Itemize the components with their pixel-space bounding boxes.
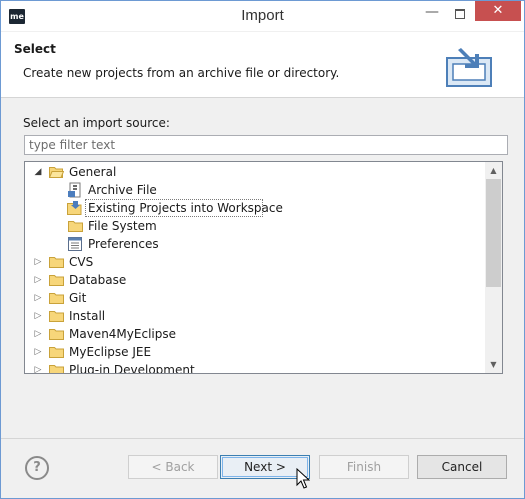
folder-open-icon [49,167,64,178]
tree-item-label: Existing Projects into Workspace [88,201,283,215]
import-dialog: me Import — ✕ Select Create new projects… [0,0,525,499]
cancel-button[interactable]: Cancel [417,455,507,479]
tree-item-label: Git [69,291,87,305]
expand-arrow-icon[interactable]: ▷ [33,271,43,289]
folder-icon [49,293,64,304]
import-source-label: Select an import source: [23,116,170,130]
tree-item-label: CVS [69,255,94,269]
import-wizard-icon [446,48,492,87]
back-button[interactable]: < Back [128,455,218,479]
folder-icon [49,311,64,322]
tree-item-maven4myeclipse[interactable]: ▷ Maven4MyEclipse [25,325,485,343]
folder-icon [49,275,64,286]
tree-item-label: Database [69,273,127,287]
tree-item-label: Install [69,309,106,323]
help-icon[interactable]: ? [25,456,49,480]
maximize-icon [455,9,465,19]
tree-item-label: General [69,165,117,179]
maximize-button[interactable] [447,3,473,25]
window-title: Import [241,7,284,24]
tree-item-general[interactable]: ◢ General [25,163,485,181]
expand-arrow-icon[interactable]: ▷ [33,325,43,343]
tree-item-myeclipse-jee[interactable]: ▷ MyEclipse JEE [25,343,485,361]
tree-item-label: File System [88,219,157,233]
expand-arrow-icon[interactable]: ▷ [33,253,43,271]
collapse-arrow-icon[interactable]: ◢ [33,163,43,181]
tree-item-database[interactable]: ▷ Database [25,271,485,289]
minimize-button[interactable]: — [419,3,445,25]
existing-projects-icon [67,201,82,215]
tree-item-existing-projects[interactable]: Existing Projects into Workspace [25,199,485,217]
expand-arrow-icon[interactable]: ▷ [33,307,43,325]
expand-arrow-icon[interactable]: ▷ [33,343,43,361]
scroll-up-icon[interactable]: ▲ [485,162,502,179]
title-bar[interactable]: me Import — ✕ [1,1,524,31]
archive-file-icon [68,182,81,198]
finish-button[interactable]: Finish [319,455,409,479]
folder-icon [49,347,64,358]
filter-input[interactable] [24,135,508,155]
page-title: Select [14,42,56,56]
preferences-icon [68,237,82,251]
tree-item-plug-in-development[interactable]: ▷ Plug-in Development [25,361,485,374]
expand-arrow-icon[interactable]: ▷ [33,289,43,307]
page-description: Create new projects from an archive file… [23,66,340,80]
tree-item-cvs[interactable]: ▷ CVS [25,253,485,271]
import-source-tree[interactable]: ◢ General Archive File Existing Projects… [24,161,503,374]
folder-icon [49,257,64,268]
scroll-down-icon[interactable]: ▼ [485,356,502,373]
scroll-thumb[interactable] [486,179,501,287]
tree-item-label: Plug-in Development [69,363,195,374]
expand-arrow-icon[interactable]: ▷ [33,361,43,373]
tree-item-label: MyEclipse JEE [69,345,152,359]
tree-vertical-scrollbar[interactable]: ▲ ▼ [485,162,502,373]
wizard-banner: Select Create new projects from an archi… [1,32,524,98]
tree-item-label: Maven4MyEclipse [69,327,176,341]
tree-item-install[interactable]: ▷ Install [25,307,485,325]
file-system-icon [68,221,83,232]
tree-item-preferences[interactable]: Preferences [25,235,485,253]
folder-icon [49,365,64,373]
tree-item-archive-file[interactable]: Archive File [25,181,485,199]
tree-item-git[interactable]: ▷ Git [25,289,485,307]
tree-item-file-system[interactable]: File System [25,217,485,235]
footer-divider [1,438,524,439]
mouse-pointer-icon [296,468,310,489]
tree-item-label: Preferences [88,237,159,251]
tree-item-label: Archive File [88,183,157,197]
folder-icon [49,329,64,340]
close-button[interactable]: ✕ [475,1,521,21]
